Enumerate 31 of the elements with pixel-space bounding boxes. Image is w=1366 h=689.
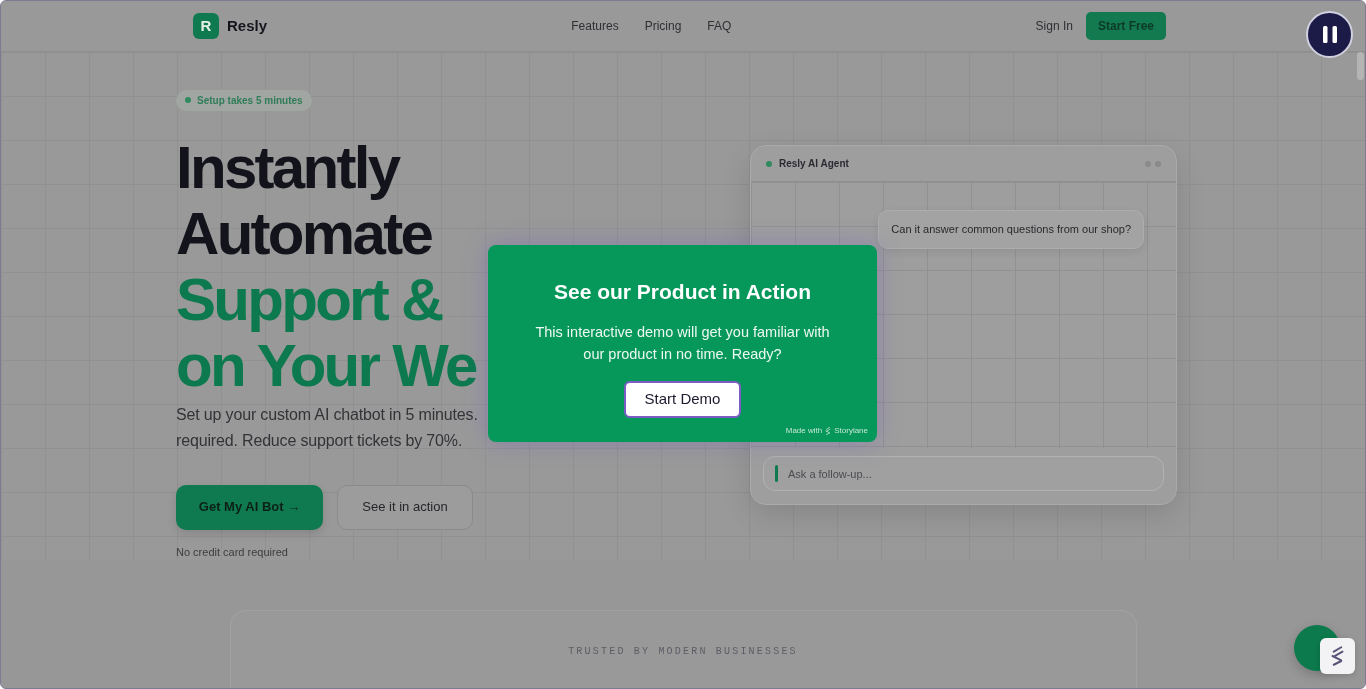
- zigzag-logo-icon: [825, 426, 832, 436]
- made-with-storylane-link[interactable]: Made with Storylane: [785, 425, 868, 437]
- hero-subtitle-line: required. Reduce support tickets by 70%.: [176, 430, 463, 451]
- no-credit-card-note: No credit card required: [176, 544, 288, 560]
- logo-button[interactable]: [1320, 638, 1355, 674]
- start-demo-button[interactable]: Start Demo: [624, 381, 741, 418]
- hero-headline: Instantly Automate Support & on Your We: [176, 134, 476, 399]
- modal-description: This interactive demo will get you familiar with our product in no time. Ready?: [534, 323, 831, 364]
- sign-in-link[interactable]: Sign In: [1035, 17, 1073, 35]
- chat-message-bubble: Can it answer common questions from our shop?: [878, 210, 1144, 249]
- status-dot-icon: [185, 97, 191, 104]
- hero-subtitle-line: Set up your custom AI chatbot in 5 minutes.: [176, 404, 478, 425]
- setup-time-label: Setup takes 5 minutes: [197, 93, 303, 108]
- nav-link[interactable]: FAQ: [707, 17, 732, 35]
- zigzag-logo-icon: [1330, 645, 1345, 667]
- logo-mark[interactable]: R: [193, 13, 219, 39]
- see-in-action-button[interactable]: See it in action: [337, 484, 473, 530]
- made-with-label: Made with: [785, 425, 823, 437]
- trusted-by-heading: TRUSTED BY MODERN BUSINESSES: [568, 645, 798, 659]
- online-dot-icon: [766, 160, 772, 167]
- scrollbar-thumb[interactable]: [1357, 52, 1364, 80]
- chat-input-field[interactable]: Ask a follow-up...: [763, 456, 1164, 491]
- text-cursor-icon: [775, 465, 778, 482]
- chat-title: Resly AI Agent: [779, 157, 849, 171]
- pause-icon: [1322, 26, 1337, 43]
- get-bot-button[interactable]: Get My AI Bot →: [176, 484, 323, 530]
- modal-title: See our Product in Action: [553, 279, 812, 305]
- nav-link[interactable]: Pricing: [644, 17, 682, 35]
- brand-name: Resly: [227, 15, 268, 36]
- storylane-label: Storylane: [834, 425, 868, 437]
- nav-link[interactable]: Features: [571, 17, 619, 35]
